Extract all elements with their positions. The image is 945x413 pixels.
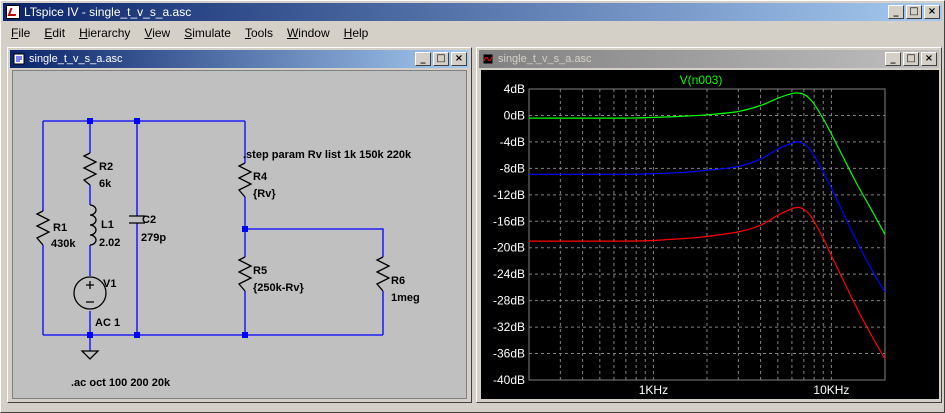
- node-bottom-c2: [134, 332, 140, 338]
- r4-value: {Rv}: [253, 188, 276, 200]
- r2-name: R2: [99, 161, 113, 173]
- ltspice-logo-icon: [6, 5, 20, 19]
- menu-hierarchy[interactable]: Hierarchy: [71, 26, 136, 40]
- y-tick-label: -32dB: [493, 320, 525, 334]
- menu-edit[interactable]: Edit: [36, 26, 71, 40]
- l1-value: 2.02: [99, 237, 120, 249]
- step-directive[interactable]: .step param Rv list 1k 150k 220k: [243, 149, 412, 161]
- waveform-window: single_t_v_s_a.asc _ □ × V(n003) 4dB 0dB -…: [476, 47, 942, 403]
- schematic-drawing: R1 430k R2 6k L1 2.02 C2 279p V1 AC 1 R4…: [35, 118, 420, 389]
- y-tick-label: -20dB: [493, 241, 525, 255]
- r4-symbol[interactable]: [237, 162, 253, 198]
- waveform-plot-area[interactable]: V(n003) 4dB 0dB -4dB -8dB -12dB -16dB -20dB -24…: [481, 70, 939, 399]
- y-tick-label: -36dB: [493, 347, 525, 361]
- y-tick-label: -4dB: [500, 135, 525, 149]
- ac-directive[interactable]: .ac oct 100 200 20k: [71, 377, 171, 389]
- schematic-maximize-button[interactable]: □: [433, 52, 449, 66]
- x-tick-label: 1KHz: [639, 383, 668, 397]
- schematic-doc-icon: [13, 53, 25, 65]
- r6-value: 1meg: [391, 292, 420, 304]
- plot-grid: [528, 88, 886, 381]
- close-button[interactable]: ×: [924, 5, 940, 19]
- waveform-titlebar[interactable]: single_t_v_s_a.asc _ □ ×: [479, 50, 939, 68]
- y-tick-label: -24dB: [493, 267, 525, 281]
- c2-name: C2: [142, 214, 156, 226]
- r2-symbol[interactable]: [82, 152, 98, 186]
- waveform-window-title: single_t_v_s_a.asc: [498, 53, 592, 65]
- trace-label[interactable]: V(n003): [680, 73, 723, 87]
- schematic-minimize-button[interactable]: _: [415, 52, 431, 66]
- v1-name: V1: [103, 278, 116, 290]
- app-title: LTspice IV - single_t_v_s_a.asc: [24, 5, 192, 19]
- r4-name: R4: [253, 171, 268, 183]
- y-tick-label: -8dB: [500, 161, 525, 175]
- menu-simulate[interactable]: Simulate: [176, 26, 237, 40]
- y-tick-label: -16dB: [493, 214, 525, 228]
- c2-value: 279p: [141, 232, 166, 244]
- schematic-window: single_t_v_s_a.asc _ □ × R1 430k R2 6k L…: [7, 47, 472, 403]
- r6-name: R6: [391, 275, 405, 287]
- r6-symbol[interactable]: [375, 256, 391, 292]
- r5-value: {250k-Rv}: [253, 282, 304, 294]
- schematic-titlebar[interactable]: single_t_v_s_a.asc _ □ ×: [10, 50, 469, 68]
- r1-symbol[interactable]: [35, 210, 51, 246]
- schematic-close-button[interactable]: ×: [451, 52, 467, 66]
- y-tick-label: 0dB: [504, 108, 525, 122]
- x-tick-labels: 1KHz 10KHz: [639, 383, 850, 397]
- node-mid-r4: [242, 226, 248, 232]
- node-top-r2: [87, 118, 93, 124]
- waveform-chart: V(n003) 4dB 0dB -4dB -8dB -12dB -16dB -20dB -24…: [493, 73, 886, 397]
- menu-bar: File Edit Hierarchy View Simulate Tools …: [3, 23, 942, 42]
- menu-view[interactable]: View: [136, 26, 176, 40]
- x-tick-label: 10KHz: [813, 383, 849, 397]
- app-window: LTspice IV - single_t_v_s_a.asc _ □ × Fi…: [0, 0, 945, 413]
- menu-window[interactable]: Window: [279, 26, 336, 40]
- minimize-button[interactable]: _: [888, 5, 904, 19]
- maximize-button[interactable]: □: [906, 5, 922, 19]
- node-bottom-v1: [87, 332, 93, 338]
- y-tick-labels: 4dB 0dB -4dB -8dB -12dB -16dB -20dB -24dB -28dB -…: [493, 82, 525, 387]
- y-tick-label: -28dB: [493, 294, 525, 308]
- y-tick-label: -12dB: [493, 188, 525, 202]
- r5-symbol[interactable]: [237, 256, 253, 292]
- l1-name: L1: [101, 219, 114, 231]
- r2-value: 6k: [99, 178, 112, 190]
- node-bottom-r5: [242, 332, 248, 338]
- app-titlebar[interactable]: LTspice IV - single_t_v_s_a.asc _ □ ×: [3, 3, 942, 21]
- ground-symbol: [80, 350, 100, 360]
- y-tick-label: 4dB: [504, 82, 525, 96]
- waveform-minimize-button[interactable]: _: [885, 52, 901, 66]
- r1-value: 430k: [51, 238, 76, 250]
- schematic-window-title: single_t_v_s_a.asc: [29, 53, 123, 65]
- schematic-canvas[interactable]: R1 430k R2 6k L1 2.02 C2 279p V1 AC 1 R4…: [12, 70, 467, 399]
- y-tick-label: -40dB: [493, 373, 525, 387]
- waveform-doc-icon: [482, 53, 494, 65]
- l1-symbol[interactable]: [89, 204, 97, 246]
- r1-name: R1: [53, 222, 67, 234]
- menu-help[interactable]: Help: [336, 26, 375, 40]
- waveform-maximize-button[interactable]: □: [903, 52, 919, 66]
- v1-value: AC 1: [95, 317, 120, 329]
- node-top-c2: [134, 118, 140, 124]
- menu-tools[interactable]: Tools: [237, 26, 279, 40]
- r5-name: R5: [253, 265, 267, 277]
- waveform-close-button[interactable]: ×: [921, 52, 937, 66]
- menu-file[interactable]: File: [3, 26, 36, 40]
